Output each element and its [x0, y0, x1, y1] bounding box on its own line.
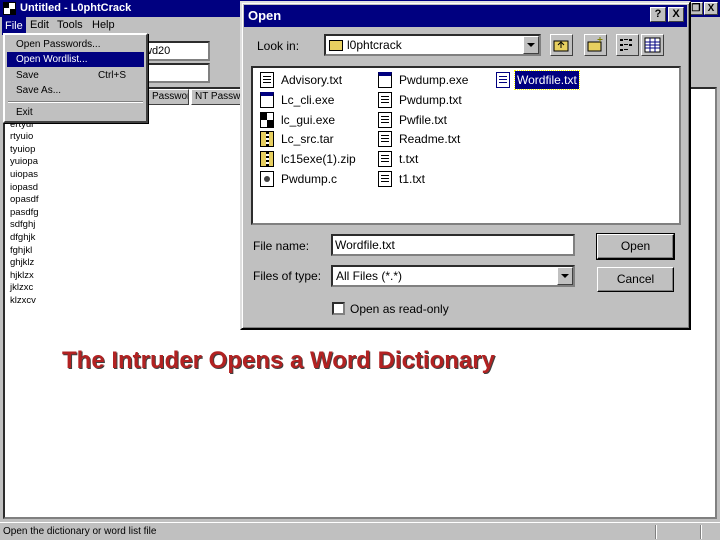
status-separator	[700, 525, 702, 539]
file-name: Pwfile.txt	[399, 112, 448, 127]
chevron-down-icon[interactable]	[523, 36, 539, 54]
up-one-level-button[interactable]	[550, 34, 573, 56]
file-name: Readme.txt	[399, 132, 461, 147]
exe-file-icon	[260, 91, 274, 108]
menu-item-save[interactable]: Save Ctrl+S	[7, 68, 144, 83]
details-view-button[interactable]	[641, 34, 664, 56]
menu-item-open-passwords[interactable]: Open Passwords...	[7, 37, 144, 52]
up-folder-icon	[553, 40, 569, 52]
toolbar-field-2[interactable]	[140, 63, 210, 83]
restore-button[interactable]: ❐	[689, 2, 703, 15]
file-name: lc15exe(1).zip	[281, 152, 356, 167]
details-view-icon	[644, 37, 661, 53]
word-column: wertyuertyuirtyuiotyuiopyuiopauiopasiopa…	[10, 106, 39, 308]
file-name: t.txt	[399, 152, 419, 167]
word-item[interactable]: jklzxc	[10, 282, 39, 295]
list-view-button[interactable]	[616, 34, 639, 56]
exe-file-icon	[378, 72, 392, 88]
app-title: Untitled - L0phtCrack	[20, 2, 132, 14]
word-item[interactable]: klzxcv	[10, 295, 39, 308]
archive-file-icon	[260, 131, 274, 148]
menu-separator	[8, 101, 143, 103]
chevron-down-icon[interactable]	[557, 267, 573, 285]
word-item[interactable]: tyuiop	[10, 144, 39, 157]
cancel-button[interactable]: Cancel	[597, 267, 674, 292]
file-name: lc_gui.exe	[281, 112, 336, 127]
new-folder-icon	[587, 37, 603, 52]
text-file-icon	[378, 91, 392, 108]
dialog-close-button[interactable]: X	[668, 7, 684, 22]
file-type-value: All Files (*.*)	[336, 269, 403, 283]
open-button[interactable]: Open	[596, 233, 675, 260]
menu-item-label: Open Wordlist...	[16, 54, 88, 65]
list-view-icon	[620, 39, 632, 51]
dialog-title-bar[interactable]: Open	[244, 5, 687, 27]
c-source-file-icon	[260, 171, 274, 187]
zip-file-icon	[260, 151, 274, 168]
menu-tools[interactable]: Tools	[57, 19, 83, 31]
menu-item-open-wordlist[interactable]: Open Wordlist...	[7, 52, 144, 67]
menu-item-exit[interactable]: Exit	[7, 105, 144, 120]
word-item[interactable]: pasdfg	[10, 207, 39, 220]
file-menu-dropdown: Open Passwords... Open Wordlist... Save …	[3, 33, 148, 123]
menu-item-shortcut: Ctrl+S	[97, 70, 126, 81]
app-icon	[3, 2, 16, 15]
text-file-icon	[260, 72, 274, 88]
word-item[interactable]: hjklzx	[10, 270, 39, 283]
help-button[interactable]: ?	[650, 7, 666, 22]
file-type-dropdown[interactable]: All Files (*.*)	[331, 265, 575, 287]
menu-item-label: Save	[16, 70, 39, 81]
word-item[interactable]: iopasd	[10, 182, 39, 195]
word-item[interactable]: yuiopa	[10, 156, 39, 169]
menu-item-label: Exit	[16, 107, 33, 118]
file-name: t1.txt	[399, 172, 426, 186]
word-item[interactable]: sdfghj	[10, 219, 39, 232]
column-header-password[interactable]: Password	[148, 89, 189, 105]
look-in-label: Look in:	[257, 39, 300, 53]
column-header-nt-password[interactable]: NT Password	[191, 89, 241, 105]
new-folder-button[interactable]	[584, 34, 607, 56]
file-name: Lc_cli.exe	[281, 92, 335, 107]
menu-item-save-as[interactable]: Save As...	[7, 83, 144, 98]
status-text: Open the dictionary or word list file	[3, 526, 157, 537]
menu-edit[interactable]: Edit	[30, 19, 49, 31]
status-separator	[655, 525, 657, 539]
gui-app-icon	[260, 111, 274, 128]
file-name-input[interactable]: Wordfile.txt	[331, 234, 575, 256]
folder-icon	[329, 40, 343, 52]
file-list[interactable]: Advisory.txt Lc_cli.exe lc_gui.exe Lc_src.t…	[251, 66, 681, 225]
file-name: Lc_src.tar	[281, 132, 334, 147]
open-dialog: Open ? X Look in: l0phtcrack Advisory.tx…	[240, 1, 691, 330]
file-name: Pwdump.exe	[399, 73, 469, 87]
file-name: Wordfile.txt	[514, 70, 580, 90]
look-in-dropdown[interactable]: l0phtcrack	[324, 34, 541, 56]
look-in-value: l0phtcrack	[347, 38, 402, 52]
toolbar-field[interactable]: wd20	[140, 41, 210, 61]
text-file-icon	[496, 72, 510, 88]
menu-item-label: Save As...	[16, 85, 62, 96]
text-file-icon	[378, 171, 392, 187]
word-item[interactable]: ghjklz	[10, 257, 39, 270]
word-item[interactable]: uiopas	[10, 169, 39, 182]
dialog-title: Open	[248, 8, 282, 23]
file-name: Advisory.txt	[281, 73, 343, 87]
text-file-icon	[378, 131, 392, 148]
text-file-icon	[378, 151, 392, 168]
word-item[interactable]: dfghjk	[10, 232, 39, 245]
readonly-label: Open as read-only	[350, 302, 449, 316]
slide-caption: The Intruder Opens a Word Dictionary	[62, 347, 495, 374]
word-item[interactable]: fghjkl	[10, 245, 39, 258]
file-name: Pwdump.txt	[399, 92, 462, 107]
file-type-label: Files of type:	[253, 269, 322, 283]
readonly-checkbox[interactable]	[332, 302, 345, 315]
status-bar: Open the dictionary or word list file	[0, 522, 720, 540]
menu-item-label: Open Passwords...	[16, 39, 101, 50]
close-button[interactable]: X	[704, 2, 718, 15]
word-item[interactable]: rtyuio	[10, 131, 39, 144]
file-name: Pwdump.c	[281, 172, 338, 186]
text-file-icon	[378, 111, 392, 128]
file-name-label: File name:	[253, 239, 310, 253]
word-item[interactable]: opasdf	[10, 194, 39, 207]
menu-help[interactable]: Help	[92, 19, 115, 31]
